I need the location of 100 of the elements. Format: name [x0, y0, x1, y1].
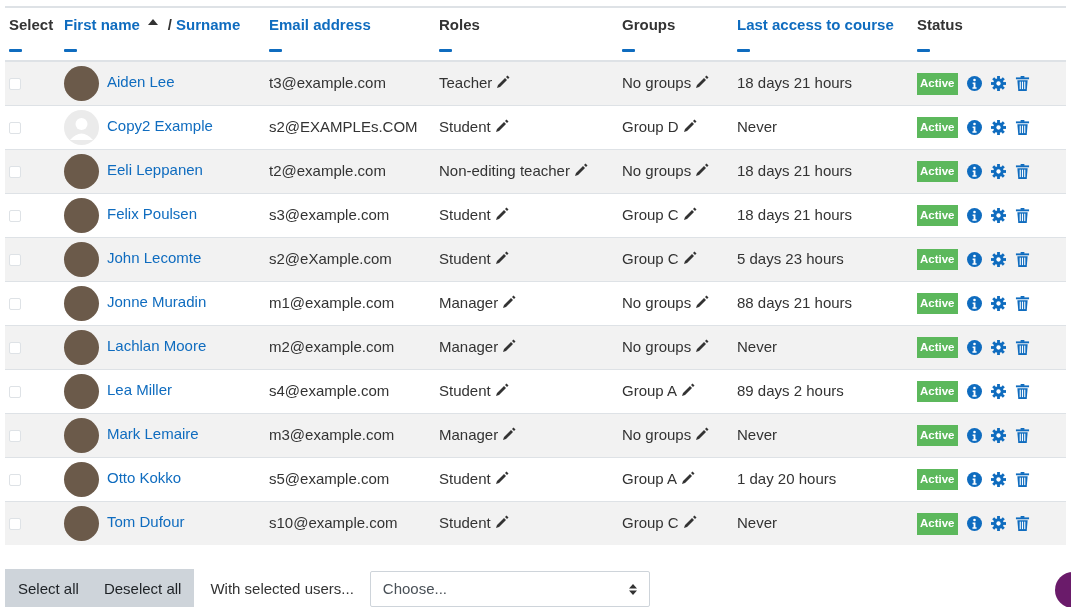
user-name-link[interactable]: Otto Kokko [107, 468, 182, 486]
column-sort-link[interactable]: First name [64, 14, 140, 37]
bulk-action-label: With selected users... [210, 579, 354, 599]
email-text: m1@example.com [269, 293, 395, 311]
pencil-icon [695, 426, 710, 441]
header-separator: / [167, 15, 173, 35]
role-text: Student [439, 381, 491, 399]
row-checkbox[interactable] [9, 297, 21, 310]
row-checkbox[interactable] [9, 518, 21, 531]
gear-icon [990, 164, 1006, 180]
status-badge: Active [917, 205, 958, 227]
user-name-link[interactable]: Aiden Lee [107, 73, 175, 91]
info-icon [966, 340, 982, 356]
trash-icon [1014, 76, 1030, 92]
pencil-icon [494, 515, 509, 529]
last-access-text: Never [737, 117, 777, 135]
pencil-icon [695, 162, 710, 177]
role-text: Manager [439, 425, 499, 443]
collapse-column-icon[interactable] [269, 48, 282, 52]
collapse-column-icon[interactable] [64, 48, 77, 52]
role-text: Student [439, 249, 491, 267]
email-text: s5@example.com [269, 469, 390, 487]
pencil-icon [681, 382, 696, 397]
last-access-text: 5 days 23 hours [737, 249, 844, 267]
info-icon [966, 516, 982, 532]
status-badge: Active [917, 469, 958, 491]
user-name-link[interactable]: Eeli Leppanen [107, 160, 203, 178]
row-checkbox[interactable] [9, 253, 21, 266]
info-icon [966, 252, 982, 268]
collapse-column-icon[interactable] [439, 48, 452, 52]
collapse-column-icon[interactable] [737, 48, 750, 52]
last-access-text: 89 days 2 hours [737, 381, 844, 399]
status-badge: Active [917, 161, 958, 183]
user-name-link[interactable]: Tom Dufour [107, 513, 185, 531]
user-name-link[interactable]: John Lecomte [107, 248, 202, 266]
group-text: Group A [622, 381, 678, 399]
collapse-column-icon[interactable] [917, 48, 930, 52]
gear-icon [990, 296, 1006, 312]
trash-icon [1014, 208, 1030, 224]
row-checkbox[interactable] [9, 78, 21, 91]
info-icon [966, 76, 982, 92]
pencil-icon [682, 118, 697, 133]
row-checkbox[interactable] [9, 341, 21, 354]
gear-icon [990, 516, 1006, 532]
email-text: s10@example.com [269, 514, 398, 531]
row-checkbox[interactable] [9, 385, 21, 398]
status-badge: Active [917, 381, 958, 403]
collapse-column-icon[interactable] [622, 48, 635, 52]
user-name-link[interactable]: Mark Lemaire [107, 424, 199, 442]
row-checkbox[interactable] [9, 473, 21, 486]
pencil-icon [682, 250, 697, 265]
status-badge: Active [917, 513, 958, 535]
last-access-text: 18 days 21 hours [737, 74, 853, 91]
role-text: Student [439, 205, 491, 223]
user-name-link[interactable]: Lachlan Moore [107, 336, 207, 354]
group-text: Group C [622, 249, 679, 267]
last-access-text: 18 days 21 hours [737, 205, 853, 223]
pencil-icon [682, 515, 697, 529]
deselect-all-button[interactable]: Deselect all [90, 569, 195, 607]
gear-icon [990, 120, 1006, 136]
collapse-column-icon[interactable] [9, 48, 22, 52]
user-name-link[interactable]: Felix Poulsen [107, 204, 198, 222]
role-text: Student [439, 469, 491, 487]
gear-icon [990, 76, 1006, 92]
role-text: Student [439, 514, 491, 531]
trash-icon [1014, 428, 1030, 444]
email-text: m3@example.com [269, 425, 395, 443]
email-text: s2@EXAMPLEs.COM [269, 117, 418, 135]
status-badge: Active [917, 337, 958, 359]
column-header: Roles [439, 15, 480, 35]
user-name-link[interactable]: Copy2 Example [107, 116, 213, 134]
row-checkbox[interactable] [9, 121, 21, 134]
status-badge: Active [917, 117, 958, 139]
last-access-text: 1 day 20 hours [737, 469, 837, 487]
email-text: m2@example.com [269, 337, 395, 355]
row-checkbox[interactable] [9, 165, 21, 178]
column-sort-link[interactable]: Email address [269, 14, 371, 37]
bulk-action-select[interactable]: Choose... [369, 571, 650, 607]
column-header: Status [917, 15, 963, 35]
info-icon [966, 472, 982, 488]
info-icon [966, 428, 982, 444]
info-icon [966, 384, 982, 400]
column-sort-link[interactable]: Last access to course [737, 14, 894, 37]
user-name-link[interactable]: Jonne Muradin [107, 292, 207, 310]
select-all-button[interactable]: Select all [5, 569, 92, 607]
pencil-icon [494, 250, 509, 265]
last-access-text: Never [737, 337, 777, 355]
status-badge: Active [917, 293, 958, 315]
group-text: No groups [622, 293, 692, 311]
row-checkbox[interactable] [9, 209, 21, 222]
email-text: s3@example.com [269, 205, 390, 223]
status-badge: Active [917, 73, 958, 95]
user-name-link[interactable]: Lea Miller [107, 380, 173, 398]
column-sort-link[interactable]: Surname [176, 14, 241, 37]
trash-icon [1014, 120, 1030, 136]
gear-icon [990, 428, 1006, 444]
row-checkbox[interactable] [9, 429, 21, 442]
group-text: Group C [622, 205, 679, 223]
role-text: Manager [439, 337, 499, 355]
trash-icon [1014, 340, 1030, 356]
